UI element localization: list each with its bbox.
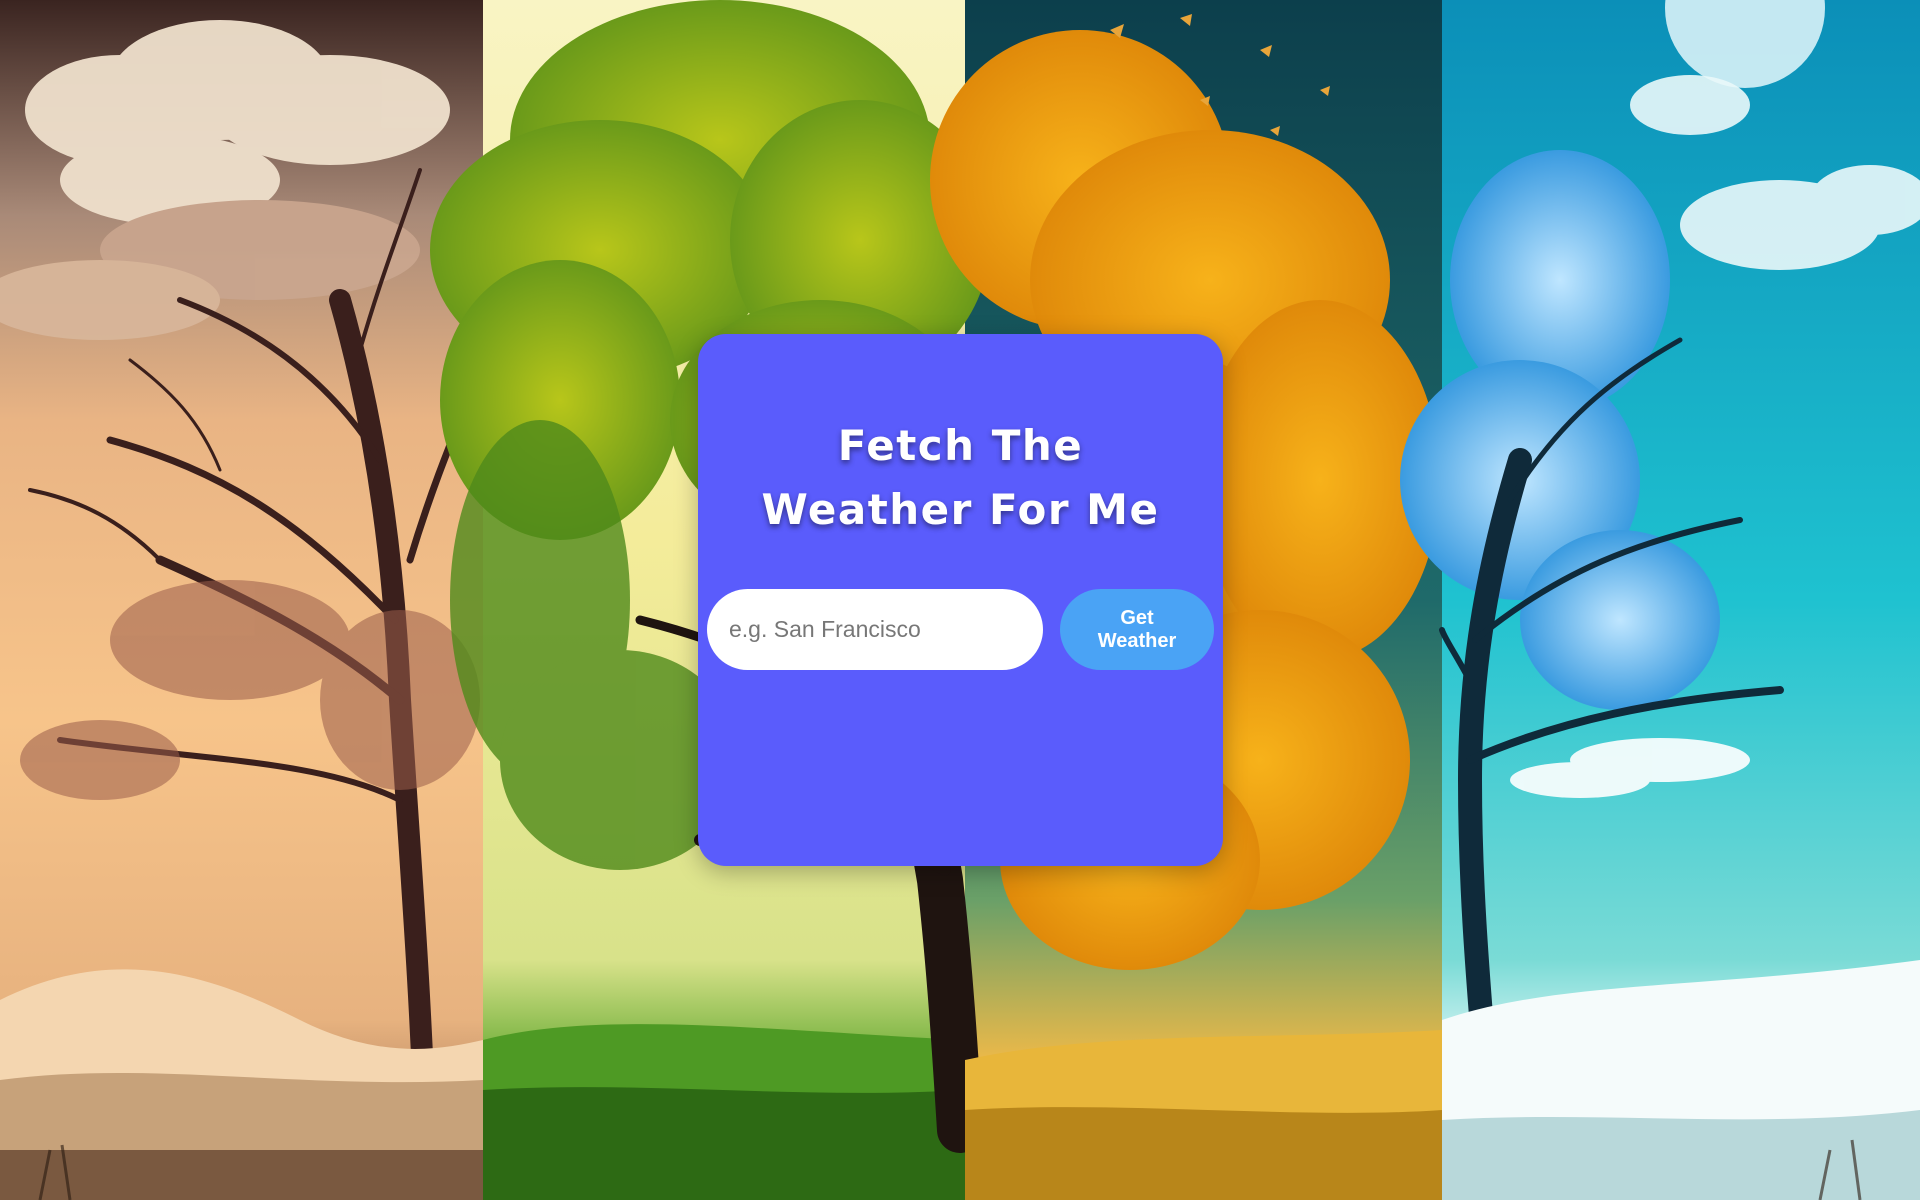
button-label-line-1: Get: [1120, 606, 1154, 629]
weather-card: Fetch The Weather For Me GetWeather: [698, 334, 1223, 866]
title-line-1: Fetch The: [837, 421, 1084, 470]
page-title: Fetch The Weather For Me: [698, 414, 1223, 542]
button-label-line-2: Weather: [1097, 629, 1177, 652]
city-search-input[interactable]: [707, 589, 1043, 670]
get-weather-button[interactable]: Get Weather: [1060, 589, 1214, 670]
title-line-2: Weather For Me: [761, 485, 1160, 534]
